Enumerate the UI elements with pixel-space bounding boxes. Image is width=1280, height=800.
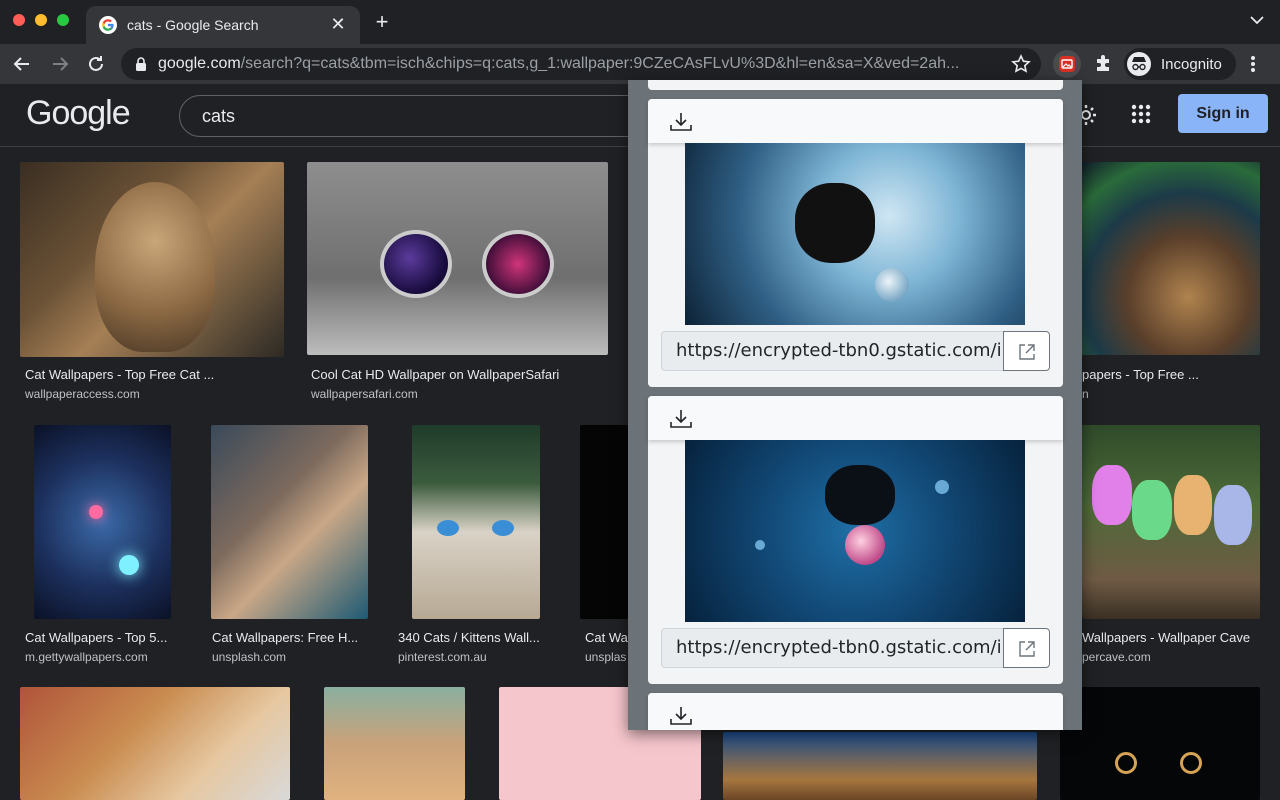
result-image-3[interactable]	[1080, 162, 1260, 355]
close-window-button[interactable]	[13, 14, 25, 26]
result-source-2: wallpapersafari.com	[311, 387, 418, 401]
result-source-1: wallpaperaccess.com	[25, 387, 140, 401]
card-1-open-button[interactable]	[1003, 331, 1050, 371]
url-host: google.com	[158, 55, 241, 72]
result-image-9[interactable]	[20, 687, 290, 800]
result-image-1[interactable]	[20, 162, 284, 357]
google-favicon-icon	[99, 16, 117, 34]
card-1-header	[648, 99, 1063, 143]
new-tab-icon[interactable]: +	[371, 11, 393, 33]
result-source-3: n	[1082, 387, 1089, 401]
tab-google-search[interactable]: cats - Google Search ✕	[86, 6, 360, 44]
result-image-12[interactable]	[723, 732, 1037, 800]
result-title-6[interactable]: 340 Cats / Kittens Wall...	[398, 630, 558, 645]
result-title-4[interactable]: Cat Wallpapers - Top 5...	[25, 630, 185, 645]
search-input[interactable]: cats	[202, 106, 235, 127]
browser-toolbar: google.com/search?q=cats&tbm=isch&chips=…	[0, 44, 1280, 84]
google-apps-grid-icon[interactable]	[1131, 104, 1151, 124]
incognito-profile-button[interactable]: Incognito	[1124, 48, 1236, 80]
bookmark-star-icon[interactable]	[1011, 54, 1031, 74]
card-1-url-field[interactable]: https://encrypted-tbn0.gstatic.com/image…	[661, 331, 1004, 371]
card-3-header	[648, 693, 1063, 730]
result-image-8[interactable]	[1082, 425, 1260, 619]
card-2-header	[648, 396, 1063, 440]
image-extension-button[interactable]	[1053, 50, 1081, 78]
extensions-puzzle-icon[interactable]	[1094, 53, 1114, 73]
download-icon[interactable]	[670, 409, 692, 429]
lock-icon[interactable]	[135, 57, 147, 71]
result-image-5[interactable]	[211, 425, 368, 619]
result-source-7: unsplas	[585, 650, 627, 664]
maximize-window-button[interactable]	[57, 14, 69, 26]
popup-card-partial	[648, 80, 1063, 90]
image-card-1: https://encrypted-tbn0.gstatic.com/image…	[648, 99, 1063, 387]
browser-tabstrip: cats - Google Search ✕ +	[0, 0, 1280, 44]
url-path: /search?q=cats&tbm=isch&chips=q:cats,g_1…	[240, 55, 960, 72]
result-image-2[interactable]	[307, 162, 608, 355]
download-icon[interactable]	[670, 112, 692, 132]
result-title-8[interactable]: Wallpapers - Wallpaper Cave	[1082, 630, 1272, 645]
external-link-icon	[1019, 344, 1035, 360]
browser-menu-icon[interactable]	[1250, 54, 1256, 74]
sign-in-button[interactable]: Sign in	[1178, 94, 1268, 133]
card-2-url-field[interactable]: https://encrypted-tbn0.gstatic.com/image…	[661, 628, 1004, 668]
search-box[interactable]: cats	[179, 95, 699, 137]
result-image-7[interactable]	[580, 425, 628, 619]
tab-search-chevron-icon[interactable]	[1250, 15, 1264, 25]
image-card-2: https://encrypted-tbn0.gstatic.com/image…	[648, 396, 1063, 684]
minimize-window-button[interactable]	[35, 14, 47, 26]
card-2-image[interactable]	[685, 440, 1025, 622]
result-source-8: percave.com	[1082, 650, 1151, 664]
incognito-icon	[1127, 52, 1151, 76]
address-bar[interactable]: google.com/search?q=cats&tbm=isch&chips=…	[121, 48, 1041, 80]
result-title-1[interactable]: Cat Wallpapers - Top Free Cat ...	[25, 367, 280, 382]
google-logo[interactable]: Google	[26, 94, 131, 133]
close-tab-icon[interactable]: ✕	[328, 14, 348, 34]
image-card-3	[648, 693, 1063, 730]
result-source-4: m.gettywallpapers.com	[25, 650, 148, 664]
image-downloader-popup: https://encrypted-tbn0.gstatic.com/image…	[628, 80, 1082, 730]
result-source-6: pinterest.com.au	[398, 650, 487, 664]
tab-title: cats - Google Search	[127, 17, 259, 33]
card-1-image[interactable]	[685, 143, 1025, 325]
forward-arrow-icon[interactable]	[48, 52, 72, 76]
result-title-2[interactable]: Cool Cat HD Wallpaper on WallpaperSafari	[311, 367, 611, 382]
result-image-13[interactable]	[1060, 687, 1260, 800]
external-link-icon	[1019, 641, 1035, 657]
result-image-4[interactable]	[34, 425, 171, 619]
result-title-7[interactable]: Cat Wa	[585, 630, 628, 645]
back-arrow-icon[interactable]	[10, 52, 34, 76]
result-title-3[interactable]: papers - Top Free ...	[1082, 367, 1272, 382]
reload-icon[interactable]	[84, 52, 108, 76]
url-text: google.com/search?q=cats&tbm=isch&chips=…	[158, 55, 996, 73]
card-2-open-button[interactable]	[1003, 628, 1050, 668]
result-image-6[interactable]	[412, 425, 540, 619]
result-source-5: unsplash.com	[212, 650, 287, 664]
download-icon[interactable]	[670, 706, 692, 726]
image-extension-icon	[1059, 56, 1075, 72]
result-title-5[interactable]: Cat Wallpapers: Free H...	[212, 630, 372, 645]
incognito-label: Incognito	[1161, 56, 1222, 73]
result-image-10[interactable]	[324, 687, 465, 800]
